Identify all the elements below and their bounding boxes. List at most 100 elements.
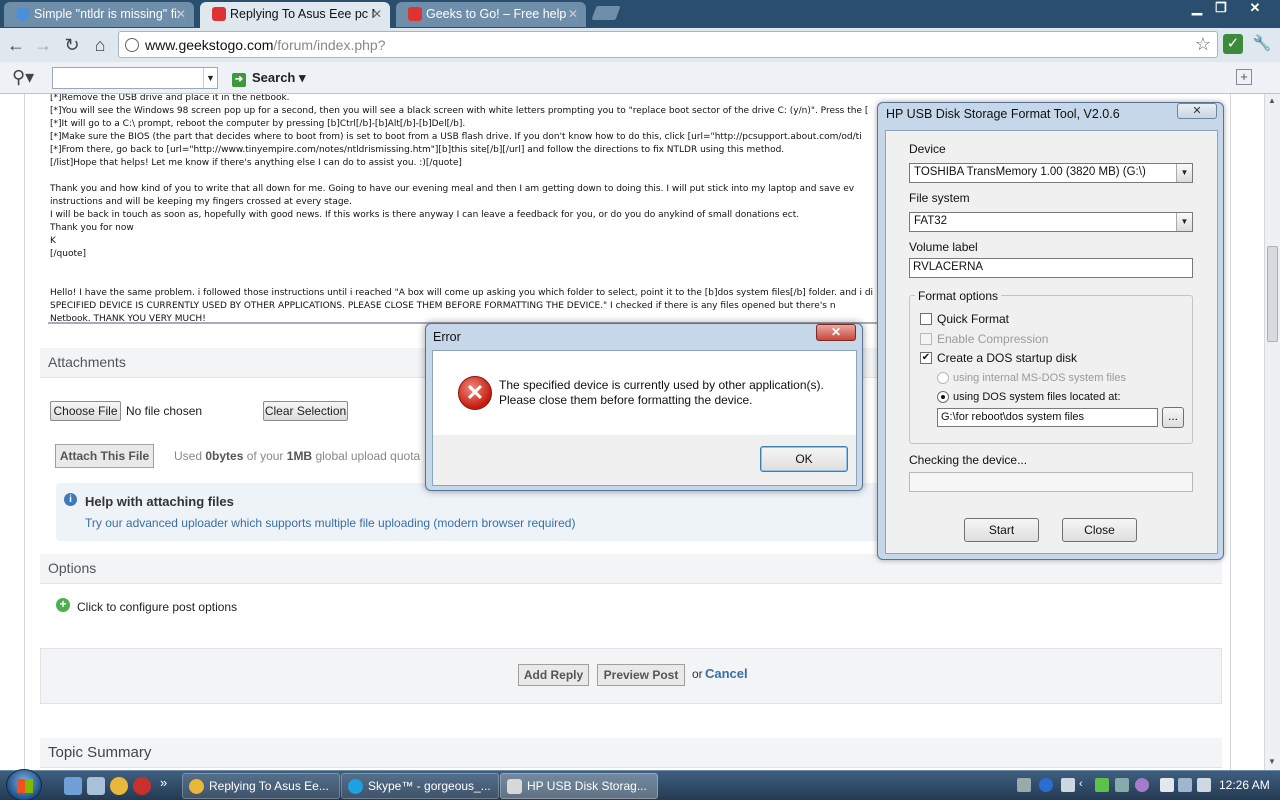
add-reply-button[interactable]: Add Reply (518, 664, 589, 686)
network-icon[interactable] (1115, 778, 1129, 792)
search-input[interactable]: ▼ (52, 67, 218, 89)
reply-editor-text[interactable]: [*]Remove the USB drive and place it in … (50, 94, 880, 326)
browse-button[interactable]: ... (1162, 407, 1184, 428)
preview-post-button[interactable]: Preview Post (597, 664, 685, 686)
device-select[interactable]: TOSHIBA TransMemory 1.00 (3820 MB) (G:\)… (909, 163, 1193, 183)
close-icon[interactable]: ✕ (568, 7, 578, 21)
create-dos-checkbox[interactable]: ✔ (920, 352, 932, 364)
hp-format-tool-window: HP USB Disk Storage Format Tool, V2.0.6 … (877, 102, 1224, 560)
cancel-link[interactable]: Cancel (705, 666, 748, 681)
add-icon[interactable]: + (1236, 69, 1252, 85)
reply-actions-bar: Add Reply Preview Post or Cancel (40, 648, 1222, 704)
scroll-up-icon[interactable]: ▲ (1268, 96, 1276, 105)
hp-tool-client: Device TOSHIBA TransMemory 1.00 (3820 MB… (885, 130, 1218, 554)
start-button[interactable] (6, 769, 42, 800)
wifi-icon[interactable] (1178, 778, 1192, 792)
close-window-icon[interactable]: ✕ (1242, 0, 1268, 18)
format-options-title: Format options (915, 289, 1002, 303)
enable-compression-checkbox[interactable] (920, 333, 932, 345)
editor-line: I will be back in touch as soon as, hope… (50, 210, 800, 220)
help-icon[interactable] (1039, 778, 1053, 792)
address-bar[interactable]: www.geekstogo.com/forum/index.php? ☆ (118, 31, 1218, 58)
ok-button[interactable]: OK (760, 446, 848, 472)
chevron-down-icon[interactable]: ▼ (1176, 164, 1192, 182)
chrome-icon (189, 779, 204, 794)
close-icon[interactable]: ✕ (176, 7, 186, 21)
internal-msdos-radio[interactable] (937, 372, 949, 384)
chrome-icon[interactable] (110, 777, 128, 795)
volume-label-label: Volume label (909, 240, 978, 254)
editor-line: Hello! I have the same problem. i follow… (50, 288, 874, 298)
device-label: Device (909, 142, 946, 156)
show-hidden-icons[interactable]: ‹ (1079, 778, 1093, 792)
scroll-down-icon[interactable]: ▼ (1268, 757, 1276, 766)
home-icon[interactable]: ⌂ (89, 34, 111, 56)
scrollbar-thumb[interactable] (1267, 246, 1278, 342)
search-toolbar: ⚲▾ ▼ ➜ Search ▾ + (0, 62, 1280, 94)
keyboard-icon[interactable] (1017, 778, 1031, 792)
page-scrollbar[interactable]: ▲ ▼ (1264, 94, 1280, 770)
search-button-label: Search (252, 70, 296, 85)
chevron-down-icon[interactable]: ▼ (203, 68, 217, 88)
action-center-icon[interactable] (1160, 778, 1174, 792)
expand-plus-icon[interactable]: + (56, 598, 70, 612)
quick-format-label: Quick Format (937, 312, 1010, 326)
new-tab-button[interactable] (591, 6, 621, 20)
close-button[interactable]: Close (1062, 518, 1137, 542)
restore-icon[interactable]: ❐ (1208, 0, 1234, 18)
choose-file-button[interactable]: Choose File (50, 401, 121, 421)
help-title: Help with attaching files (85, 494, 234, 509)
task-chrome[interactable]: Replying To Asus Ee... (182, 773, 340, 799)
tab-title: Replying To Asus Eee pc Ne (230, 7, 375, 21)
tab-title: Geeks to Go! – Free help fro (426, 7, 571, 21)
search-button[interactable]: ➜ Search ▾ (232, 70, 306, 87)
dos-path-input[interactable]: G:\for reboot\dos system files (937, 408, 1158, 427)
task-hp-tool[interactable]: HP USB Disk Storag... (500, 773, 658, 799)
media-player-icon[interactable] (133, 777, 151, 795)
attach-file-button[interactable]: Attach This File (55, 444, 154, 468)
file-system-select[interactable]: FAT32 ▼ (909, 212, 1193, 232)
close-icon[interactable]: ✕ (372, 7, 382, 21)
extension-icon[interactable]: ✓ (1223, 34, 1243, 54)
tab-ntldr[interactable]: Simple "ntldr is missing" fix ✕ (4, 2, 194, 27)
start-button[interactable]: Start (964, 518, 1039, 542)
shield-icon[interactable] (1095, 778, 1109, 792)
volume-icon[interactable] (1197, 778, 1211, 792)
tab-geeks-to-go[interactable]: Geeks to Go! – Free help fro ✕ (396, 2, 586, 27)
back-icon[interactable]: ← (5, 34, 27, 56)
app-tray-icon[interactable] (1135, 778, 1149, 792)
tab-replying[interactable]: Replying To Asus Eee pc Ne ✕ (200, 2, 390, 29)
bookmark-star-icon[interactable]: ☆ (1195, 34, 1211, 55)
quick-format-checkbox[interactable] (920, 313, 932, 325)
configure-options-link[interactable]: Click to configure post options (77, 600, 237, 614)
task-skype[interactable]: Skype™ - gorgeous_... (341, 773, 499, 799)
explorer-icon[interactable] (87, 777, 105, 795)
clock[interactable]: 12:26 AM (1219, 778, 1270, 792)
chevron-down-icon[interactable]: ▼ (1176, 213, 1192, 231)
quota-mid: of your (246, 449, 284, 463)
dos-files-label: using DOS system files located at: (953, 391, 1121, 403)
clear-selection-button[interactable]: Clear Selection (263, 401, 348, 421)
wrench-icon[interactable]: 🔧 (1252, 34, 1272, 54)
reload-icon[interactable]: ↻ (61, 34, 83, 56)
usb-icon[interactable] (1061, 778, 1075, 792)
volume-label-input[interactable]: RVLACERNA (909, 258, 1193, 278)
dos-files-radio[interactable] (937, 391, 949, 403)
show-desktop-icon[interactable] (64, 777, 82, 795)
attach-help-box: i Help with attaching files Try our adva… (56, 483, 896, 541)
forward-icon[interactable]: → (32, 34, 54, 56)
search-icon[interactable]: ⚲▾ (12, 67, 34, 88)
close-icon[interactable]: ✕ (816, 324, 856, 341)
enable-compression-label: Enable Compression (937, 332, 1049, 346)
dialog-title: Error (433, 330, 461, 344)
advanced-uploader-link[interactable]: Try our advanced uploader which supports… (85, 516, 575, 530)
editor-line: SPECIFIED DEVICE IS CURRENTLY USED BY OT… (50, 301, 836, 311)
editor-line: Thank you for now (50, 223, 134, 233)
close-icon[interactable]: ✕ (1177, 103, 1217, 119)
minimize-icon[interactable]: ▁ (1184, 0, 1210, 18)
more-icon[interactable]: » (160, 775, 167, 790)
error-dialog: Error ✕ ✕ The specified device is curren… (425, 323, 863, 491)
